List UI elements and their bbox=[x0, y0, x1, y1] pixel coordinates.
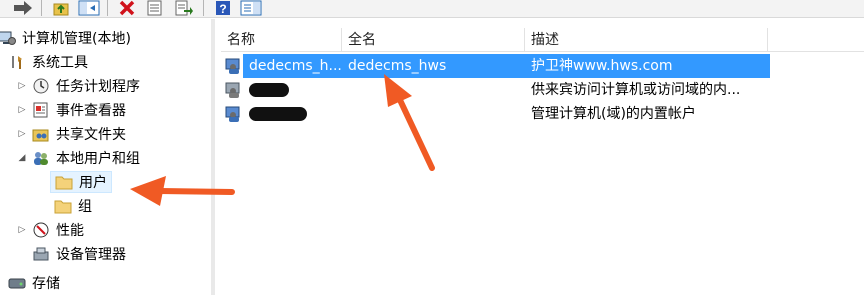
redaction-mark bbox=[249, 107, 307, 121]
tree-item-label: 共享文件夹 bbox=[56, 127, 126, 143]
show-hide-tree-icon[interactable] bbox=[78, 0, 100, 16]
folder-icon bbox=[55, 174, 73, 190]
tree-item-storage[interactable]: 存储 bbox=[8, 272, 60, 294]
forward-arrow-icon[interactable] bbox=[12, 0, 34, 16]
users-group-icon bbox=[32, 150, 50, 166]
tree-item-label: 系统工具 bbox=[32, 55, 88, 71]
collapse-chevron-icon[interactable]: ◢ bbox=[16, 152, 28, 164]
tree-item-label: 设备管理器 bbox=[56, 247, 126, 263]
tree-item-computer-management[interactable]: 计算机管理(本地) bbox=[0, 27, 131, 49]
tree-item-label: 用户 bbox=[79, 175, 107, 191]
computer-management-icon bbox=[0, 30, 16, 46]
event-viewer-icon bbox=[32, 102, 50, 118]
tree-item-label: 计算机管理(本地) bbox=[22, 31, 131, 47]
cell-name-redacted bbox=[249, 78, 343, 102]
tree-item-label: 本地用户和组 bbox=[56, 151, 140, 167]
tree-item-device-manager[interactable]: 设备管理器 bbox=[32, 243, 126, 265]
properties-icon[interactable] bbox=[146, 0, 164, 16]
tree-item-label: 任务计划程序 bbox=[56, 79, 140, 95]
cell-full-name bbox=[348, 78, 524, 102]
expand-chevron-icon[interactable]: ▷ bbox=[16, 80, 28, 92]
list-row-user[interactable]: 管理计算机(域)的内置帐户 bbox=[221, 102, 864, 126]
tree-item-users[interactable]: 用户 bbox=[50, 171, 112, 193]
performance-icon bbox=[32, 222, 50, 238]
clock-icon bbox=[32, 78, 50, 94]
storage-icon bbox=[8, 275, 26, 291]
tree-item-system-tools[interactable]: 系统工具 bbox=[8, 51, 88, 73]
column-header-description[interactable]: 描述 bbox=[525, 28, 768, 52]
cell-name: dedecms_h... bbox=[249, 58, 342, 74]
help-icon[interactable]: ? bbox=[214, 0, 232, 16]
cell-description: 护卫神www.hws.com bbox=[531, 58, 673, 74]
tree-item-task-scheduler[interactable]: ▷ 任务计划程序 bbox=[16, 75, 140, 97]
tree-item-label: 存储 bbox=[32, 276, 60, 292]
tree-item-shared-folders[interactable]: ▷ 共享文件夹 bbox=[16, 123, 126, 145]
console-tree: 计算机管理(本地) 系统工具 ▷ 任务计划程序 ▷ 事件查看器 ▷ 共享文件夹 … bbox=[0, 19, 213, 295]
svg-text:?: ? bbox=[219, 2, 226, 16]
user-icon bbox=[225, 58, 243, 74]
up-folder-icon[interactable] bbox=[52, 0, 70, 16]
column-header-name[interactable]: 名称 bbox=[221, 28, 342, 52]
shared-folder-icon bbox=[32, 126, 50, 142]
expand-chevron-icon[interactable]: ▷ bbox=[16, 104, 28, 116]
list-row-user[interactable]: 供来宾访问计算机或访问域的内... bbox=[221, 78, 864, 102]
device-manager-icon bbox=[32, 246, 50, 262]
user-icon bbox=[225, 106, 243, 122]
tree-item-label: 组 bbox=[78, 199, 92, 215]
user-icon bbox=[225, 82, 243, 98]
show-action-pane-icon[interactable] bbox=[240, 0, 262, 16]
cell-description: 管理计算机(域)的内置帐户 bbox=[531, 106, 696, 122]
list-header: 名称 全名 描述 bbox=[221, 28, 864, 52]
expand-chevron-icon[interactable]: ▷ bbox=[16, 128, 28, 140]
tree-item-local-users-groups[interactable]: ◢ 本地用户和组 bbox=[16, 147, 140, 169]
delete-x-icon[interactable] bbox=[118, 0, 136, 16]
toolbar-separator bbox=[203, 0, 204, 16]
export-list-icon[interactable] bbox=[174, 0, 194, 16]
tools-icon bbox=[8, 54, 26, 70]
column-header-full-name[interactable]: 全名 bbox=[342, 28, 525, 52]
toolbar-separator bbox=[41, 0, 42, 16]
cell-full-name: dedecms_hws bbox=[348, 58, 447, 74]
tree-item-groups[interactable]: 组 bbox=[54, 195, 92, 217]
redaction-mark bbox=[249, 83, 289, 97]
folder-icon bbox=[54, 198, 72, 214]
users-list-view: 名称 全名 描述 dedecms_h... dedecms_hws 护卫神www… bbox=[215, 19, 864, 295]
tree-item-label: 事件查看器 bbox=[56, 103, 126, 119]
cell-name-redacted bbox=[249, 102, 343, 126]
toolbar-separator bbox=[107, 0, 108, 16]
toolbar: ? bbox=[0, 0, 864, 18]
tree-item-performance[interactable]: ▷ 性能 bbox=[16, 219, 84, 241]
cell-description: 供来宾访问计算机或访问域的内... bbox=[531, 82, 741, 98]
cell-full-name bbox=[348, 102, 524, 126]
list-row-user[interactable]: dedecms_h... dedecms_hws 护卫神www.hws.com bbox=[221, 54, 864, 78]
expand-chevron-icon[interactable]: ▷ bbox=[16, 224, 28, 236]
tree-item-label: 性能 bbox=[56, 223, 84, 239]
tree-item-event-viewer[interactable]: ▷ 事件查看器 bbox=[16, 99, 126, 121]
